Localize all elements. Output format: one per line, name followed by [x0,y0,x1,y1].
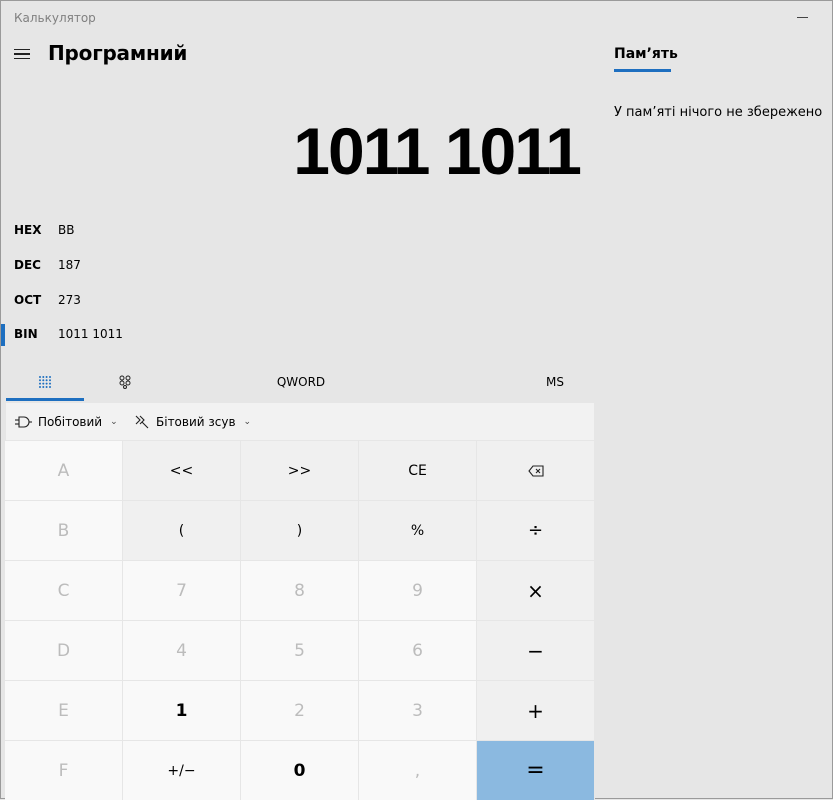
keypad: A << >> CE B ( ) % ÷ C 7 8 9 × D 4 5 6 −… [5,441,595,800]
key-subtract[interactable]: − [477,621,594,680]
bitwise-label: Побітовий [38,414,103,429]
key-divide[interactable]: ÷ [477,501,594,560]
tab-bit-toggling-keypad[interactable] [86,363,164,401]
key-add[interactable]: + [477,681,594,740]
radix-label: DEC [14,258,41,272]
key-left-shift[interactable]: << [123,441,240,500]
key-clear-entry[interactable]: CE [359,441,476,500]
chevron-down-icon: ⌄ [243,416,252,427]
backspace-icon [527,464,544,477]
radix-value: BB [58,223,75,237]
key-percent[interactable]: % [359,501,476,560]
memory-empty-message: У пам’яті нічого не збережено [614,105,823,120]
radix-value: 273 [58,293,81,307]
mode-title: Програмний [48,41,188,65]
key-right-shift[interactable]: >> [241,441,358,500]
memory-tab-indicator [614,69,671,72]
key-hex-a[interactable]: A [5,441,122,500]
key-open-paren[interactable]: ( [123,501,240,560]
calculator-window: Калькулятор Програмний 1011 1011 HEX BB … [0,0,833,800]
radix-bin-row[interactable]: BIN 1011 1011 [1,320,591,350]
bit-shift-label: Бітовий зсув [156,414,236,429]
key-decimal[interactable]: , [359,741,476,800]
key-hex-e[interactable]: E [5,681,122,740]
key-1[interactable]: 1 [123,681,240,740]
key-3[interactable]: 3 [359,681,476,740]
memory-tab[interactable]: Пам’ять [614,46,678,62]
key-negate[interactable]: +/− [123,741,240,800]
radix-label: BIN [14,327,38,341]
active-radix-indicator [1,324,5,346]
navigation-menu-button[interactable] [11,43,33,65]
key-hex-f[interactable]: F [5,741,122,800]
operators-bar: Побітовий ⌄ Бітовий зсув ⌄ [6,403,594,440]
key-hex-c[interactable]: C [5,561,122,620]
radix-label: HEX [14,223,42,237]
full-keypad-icon [39,376,51,388]
bit-shift-dropdown[interactable]: Бітовий зсув ⌄ [134,403,251,440]
bitwise-dropdown[interactable]: Побітовий ⌄ [14,403,118,440]
key-7[interactable]: 7 [123,561,240,620]
key-4[interactable]: 4 [123,621,240,680]
tab-full-keypad[interactable] [6,363,84,401]
key-equals[interactable]: = [477,741,594,800]
key-hex-b[interactable]: B [5,501,122,560]
bit-toggle-icon [119,375,131,389]
chevron-down-icon: ⌄ [110,416,118,427]
key-9[interactable]: 9 [359,561,476,620]
key-multiply[interactable]: × [477,561,594,620]
window-title: Калькулятор [14,11,96,25]
key-8[interactable]: 8 [241,561,358,620]
radix-value: 1011 1011 [58,327,123,341]
radix-value: 187 [58,258,81,272]
memory-store-button[interactable]: MS [521,363,589,401]
minimize-button[interactable] [787,5,817,29]
key-hex-d[interactable]: D [5,621,122,680]
key-close-paren[interactable]: ) [241,501,358,560]
radix-dec-row[interactable]: DEC 187 [1,251,591,281]
radix-oct-row[interactable]: OCT 273 [1,286,591,316]
word-size-button[interactable]: QWORD [241,363,361,401]
minimize-icon [796,16,808,18]
radix-hex-row[interactable]: HEX BB [1,216,591,246]
radix-label: OCT [14,293,42,307]
hamburger-icon [14,48,30,51]
logic-gate-icon [15,415,32,428]
bit-shift-icon [135,415,149,428]
key-6[interactable]: 6 [359,621,476,680]
result-display: 1011 1011 [293,114,582,188]
key-2[interactable]: 2 [241,681,358,740]
key-0[interactable]: 0 [241,741,358,800]
key-backspace[interactable] [477,441,594,500]
key-5[interactable]: 5 [241,621,358,680]
